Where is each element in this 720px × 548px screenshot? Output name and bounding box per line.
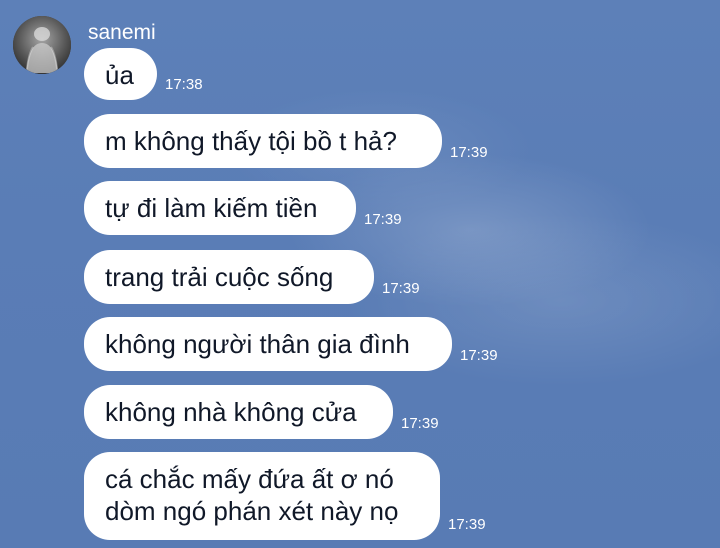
message-time: 17:39	[448, 516, 486, 533]
message-row: không người thân gia đình 17:39	[84, 317, 498, 371]
message-time: 17:39	[460, 347, 498, 364]
chat-screen: sanemi ủa 17:38 m không thấy tội bồ t hả…	[0, 0, 720, 548]
message-bubble[interactable]: trang trải cuộc sống	[84, 250, 374, 304]
message-row: tự đi làm kiếm tiền 17:39	[84, 181, 402, 235]
message-time: 17:39	[364, 211, 402, 228]
profile-photo-icon	[13, 16, 71, 74]
message-bubble[interactable]: cá chắc mấy đứa ất ơ nó dòm ngó phán xét…	[84, 452, 440, 540]
message-bubble[interactable]: không nhà không cửa	[84, 385, 393, 439]
message-time: 17:39	[401, 415, 439, 432]
message-row: trang trải cuộc sống 17:39	[84, 250, 420, 304]
message-bubble[interactable]: ủa	[84, 48, 157, 100]
message-row: cá chắc mấy đứa ất ơ nó dòm ngó phán xét…	[84, 452, 486, 540]
message-row: ủa 17:38	[84, 48, 203, 100]
avatar[interactable]	[13, 16, 71, 74]
sender-name: sanemi	[88, 21, 156, 44]
message-row: m không thấy tội bồ t hả? 17:39	[84, 114, 488, 168]
message-bubble[interactable]: không người thân gia đình	[84, 317, 452, 371]
message-time: 17:39	[450, 144, 488, 161]
message-bubble[interactable]: m không thấy tội bồ t hả?	[84, 114, 442, 168]
message-bubble[interactable]: tự đi làm kiếm tiền	[84, 181, 356, 235]
message-time: 17:39	[382, 280, 420, 297]
message-row: không nhà không cửa 17:39	[84, 385, 439, 439]
message-time: 17:38	[165, 76, 203, 93]
